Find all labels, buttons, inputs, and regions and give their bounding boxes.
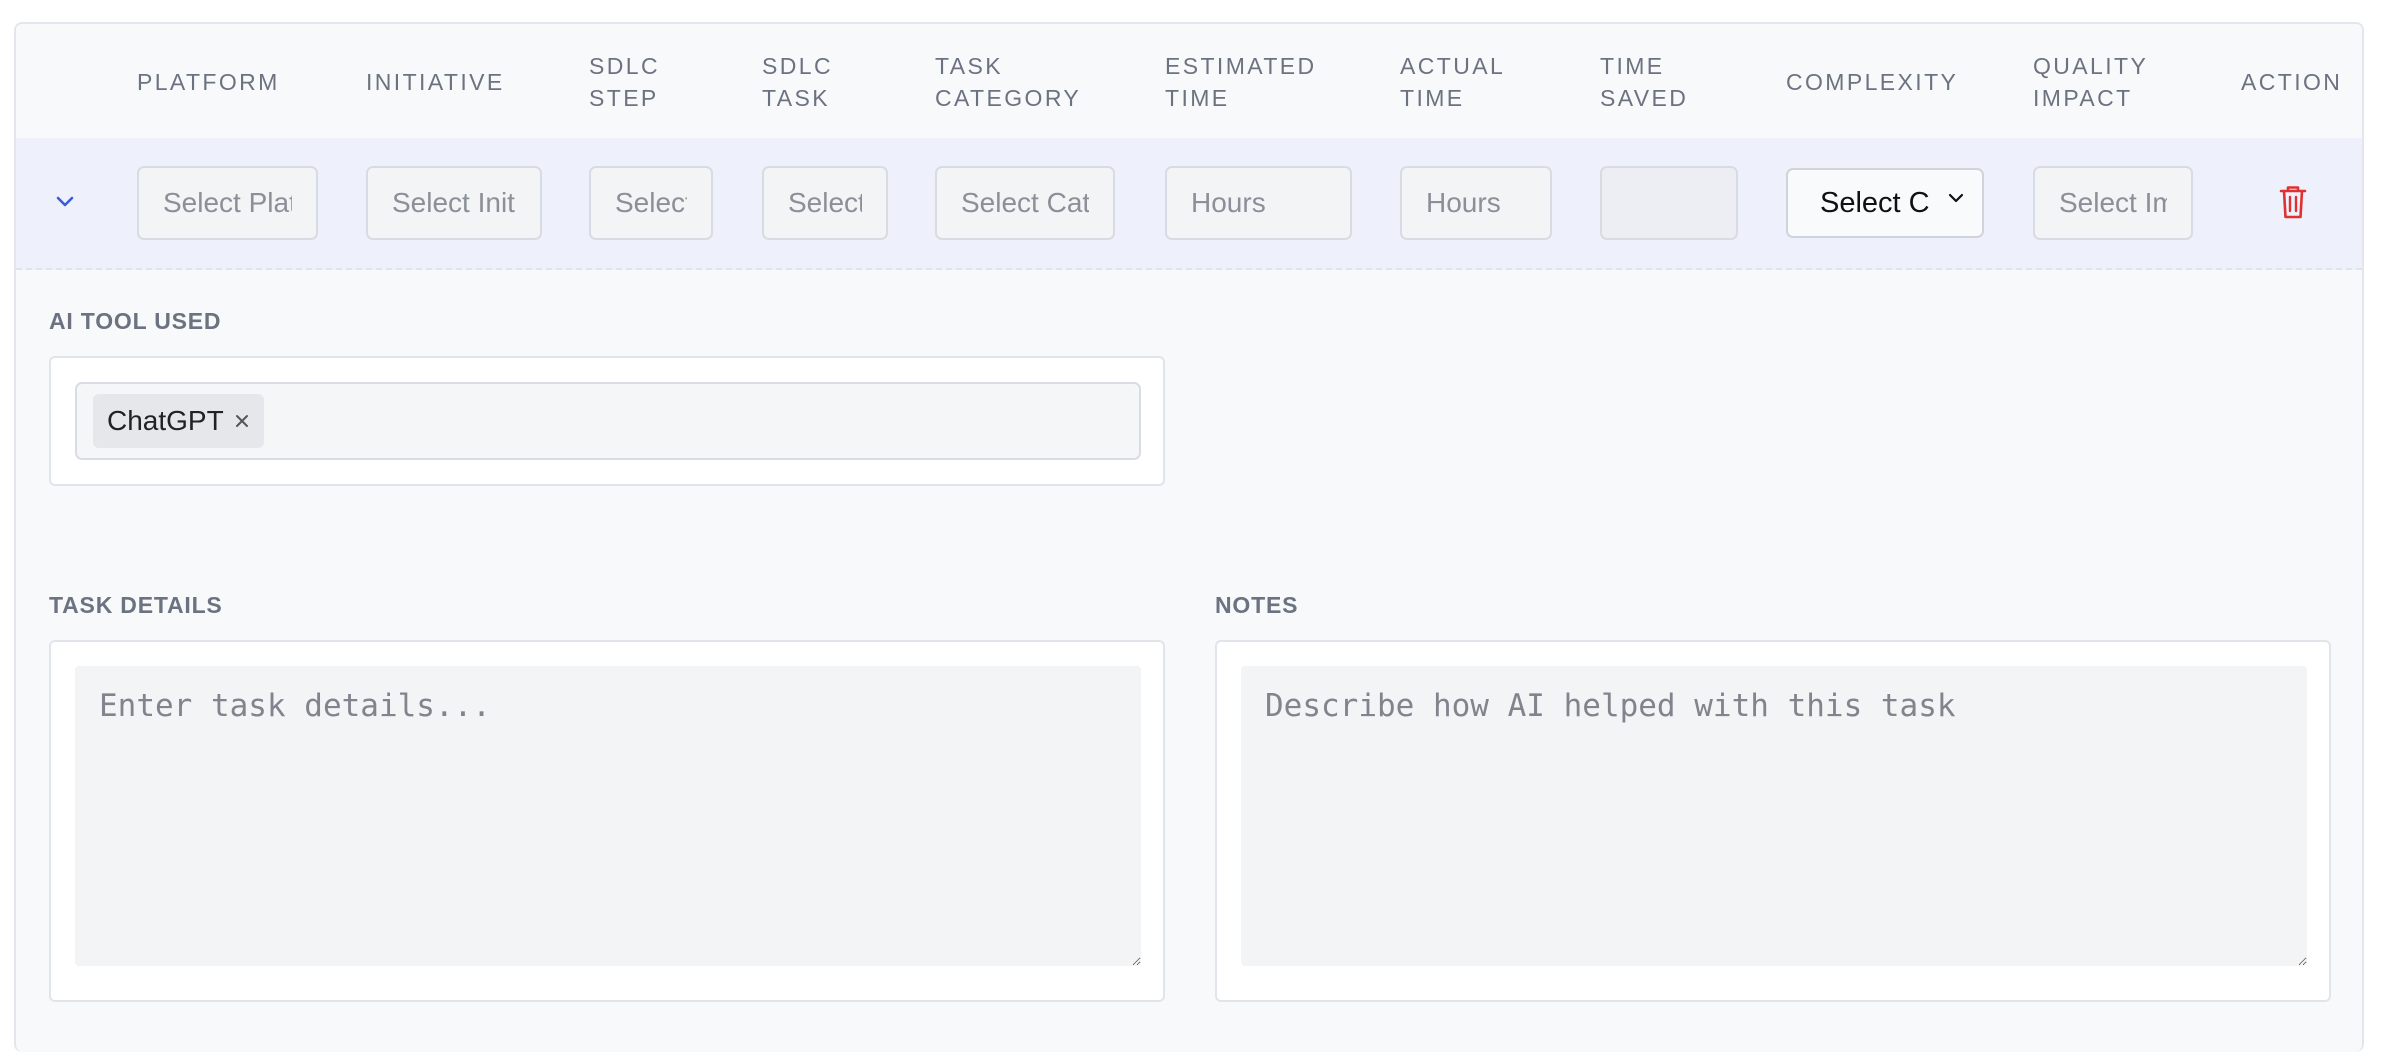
complexity-selected-value: Select C	[1820, 186, 1930, 219]
chevron-down-icon[interactable]	[53, 190, 77, 214]
sdlc-step-select-input[interactable]	[589, 166, 713, 240]
notes-textarea[interactable]	[1241, 666, 2307, 966]
task-category-select-input[interactable]	[935, 166, 1115, 240]
table-header: PLATFORM INITIATIVE SDLC STEP SDLC TASK …	[16, 24, 2362, 138]
task-details-panel	[49, 640, 1165, 1002]
column-header-sdlc-step: SDLC STEP	[589, 53, 660, 111]
column-header-estimated-time: ESTIMATED TIME	[1165, 53, 1317, 111]
quality-impact-select-input[interactable]	[2033, 166, 2193, 240]
ai-tool-multiselect[interactable]: ChatGPT	[75, 382, 1141, 460]
ai-tool-tag: ChatGPT	[93, 394, 264, 448]
column-header-quality-impact: QUALITY IMPACT	[2033, 53, 2149, 111]
notes-label: NOTES	[1215, 592, 1299, 618]
estimated-time-input[interactable]	[1165, 166, 1352, 240]
ai-tool-tag-label: ChatGPT	[107, 405, 224, 436]
column-header-initiative: INITIATIVE	[366, 69, 505, 95]
time-saved-field	[1600, 166, 1738, 240]
platform-select-input[interactable]	[137, 166, 318, 240]
actual-time-input[interactable]	[1400, 166, 1552, 240]
close-icon[interactable]	[234, 413, 250, 429]
notes-panel	[1215, 640, 2331, 1002]
column-header-actual-time: ACTUAL TIME	[1400, 53, 1506, 111]
column-header-task-category: TASK CATEGORY	[935, 53, 1082, 111]
task-details-label: TASK DETAILS	[49, 592, 223, 618]
column-header-action: ACTION	[2241, 69, 2343, 95]
task-entry-card: PLATFORM INITIATIVE SDLC STEP SDLC TASK …	[14, 22, 2364, 1052]
column-header-complexity: COMPLEXITY	[1786, 69, 1959, 95]
sdlc-task-select-input[interactable]	[762, 166, 888, 240]
trash-icon[interactable]	[2278, 184, 2308, 220]
ai-tool-label: AI TOOL USED	[49, 308, 222, 334]
column-header-time-saved: TIME SAVED	[1600, 53, 1689, 111]
chevron-down-icon	[1948, 193, 1964, 203]
ai-tool-panel: ChatGPT	[49, 356, 1165, 486]
initiative-select-input[interactable]	[366, 166, 542, 240]
table-row: Select C	[16, 138, 2362, 270]
complexity-select[interactable]: Select C	[1786, 168, 1984, 238]
task-details-textarea[interactable]	[75, 666, 1141, 966]
column-header-sdlc-task: SDLC TASK	[762, 53, 833, 111]
column-header-platform: PLATFORM	[137, 69, 280, 95]
